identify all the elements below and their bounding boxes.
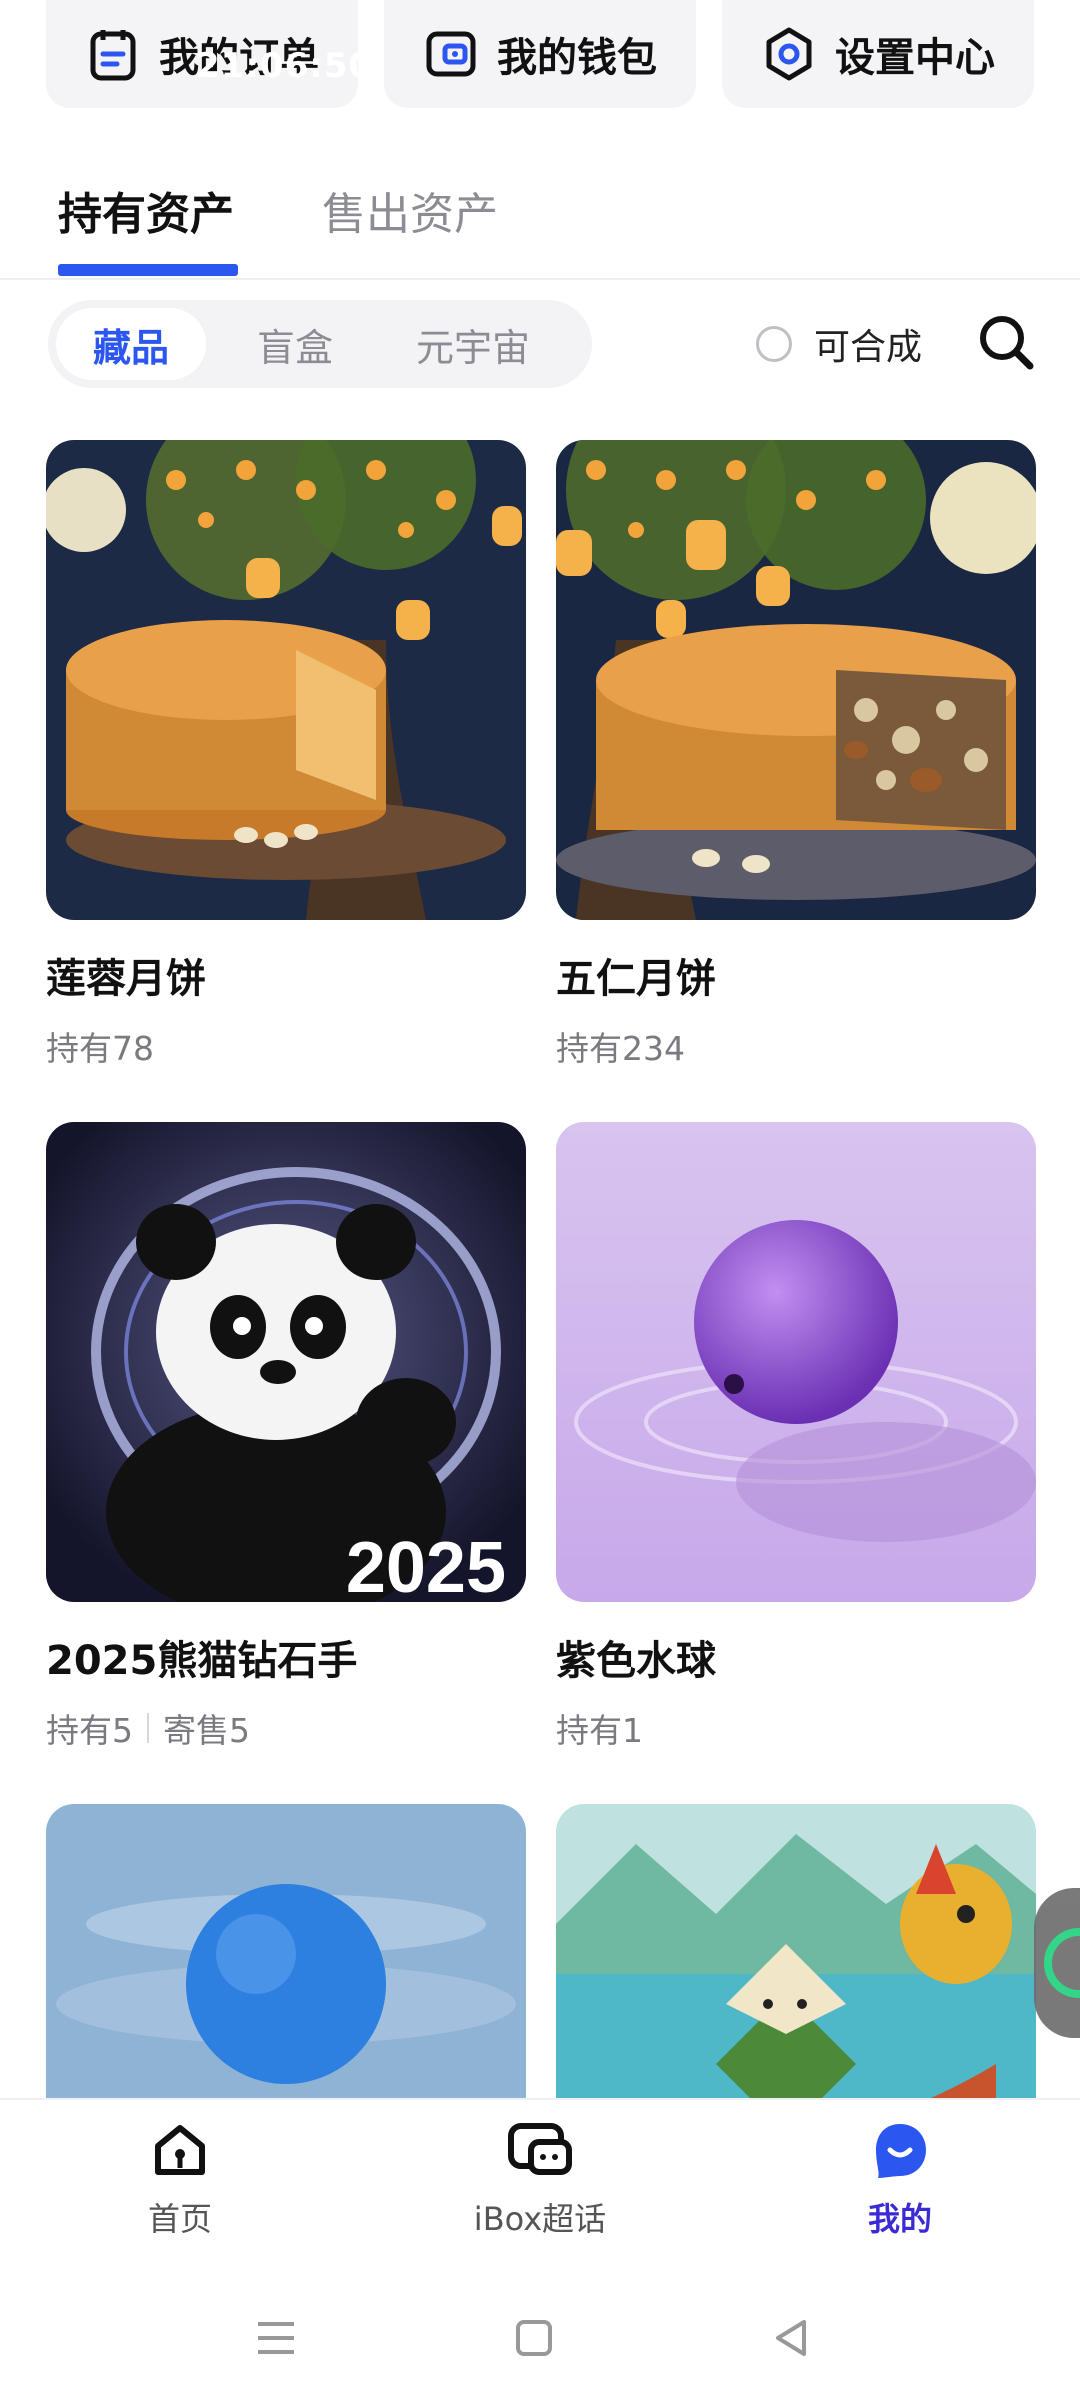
my-orders-button[interactable]: 我的订单 21:06:50 [46, 0, 372, 108]
bottom-navigation: 首页 iBox超话 我的 [0, 2098, 1080, 2270]
settings-icon [761, 26, 817, 82]
collectible-meta: 持有1 [556, 1704, 1036, 1752]
holding-count: 持有78 [46, 1029, 154, 1068]
panda-2025-image: 2025 [46, 1122, 526, 1602]
nav-home-label: 首页 [147, 2200, 212, 2238]
nav-ibox-topics[interactable]: iBox超话 [420, 2120, 660, 2240]
back-icon[interactable] [762, 2308, 822, 2368]
profile-icon [870, 2120, 930, 2184]
settings-center-label: 设置中心 [835, 35, 995, 81]
collectible-meta: 持有78 [46, 1022, 526, 1070]
collectible-title: 莲蓉月饼 [46, 956, 206, 1002]
lotus-mooncake-image [46, 440, 526, 920]
purple-water-ball-image [556, 1122, 1036, 1602]
wallet-icon [423, 26, 479, 82]
collectible-card[interactable]: 紫色水球 持有1 [556, 1122, 1036, 1752]
synthesizable-toggle[interactable]: 可合成 [756, 318, 922, 370]
nav-mine-label: 我的 [867, 2200, 932, 2238]
holding-count: 持有234 [556, 1029, 685, 1068]
collectible-title: 五仁月饼 [556, 956, 716, 1002]
collectible-card[interactable]: 莲蓉月饼 持有78 [46, 440, 526, 1070]
my-wallet-label: 我的钱包 [497, 35, 657, 81]
nav-mine[interactable]: 我的 [780, 2120, 1020, 2240]
holding-count: 持有1 [556, 1711, 643, 1750]
home-square-icon[interactable] [504, 2308, 564, 2368]
floating-assistant-bubble[interactable] [1034, 1888, 1080, 2038]
nav-ibox-label: iBox超话 [473, 2200, 607, 2238]
panda-image-text: 2025 [346, 1528, 506, 1602]
collectible-card[interactable]: 五仁月饼 持有234 [556, 440, 1036, 1070]
collectible-title: 2025熊猫钻石手 [46, 1638, 358, 1684]
synthesizable-radio[interactable] [756, 326, 792, 362]
nav-home[interactable]: 首页 [60, 2120, 300, 2240]
system-navigation-bar [0, 2268, 1080, 2400]
category-segment: 藏品 盲盒 元宇宙 [48, 300, 592, 388]
settings-center-button[interactable]: 设置中心 [722, 0, 1034, 108]
five-nut-mooncake-image [556, 440, 1036, 920]
collectible-title: 紫色水球 [556, 1638, 716, 1684]
quick-links: 我的订单 21:06:50 我的钱包 设置中心 [46, 0, 1034, 108]
consignment-count: 寄售5 [163, 1711, 250, 1750]
home-icon [150, 2120, 210, 2184]
holding-count: 持有5 [46, 1711, 133, 1750]
collectible-meta: 持有5 寄售5 [46, 1704, 526, 1752]
collectible-card[interactable]: 2025 2025熊猫钻石手 持有5 寄售5 [46, 1122, 526, 1752]
tab-underline [58, 264, 238, 276]
segment-metaverse[interactable]: 元宇宙 [378, 308, 568, 380]
assistant-ring-icon [1044, 1928, 1080, 1998]
overlay-time: 21:06:50 [196, 46, 374, 86]
my-wallet-button[interactable]: 我的钱包 [384, 0, 696, 108]
collectible-meta: 持有234 [556, 1022, 1036, 1070]
asset-tabs: 持有资产 售出资产 [0, 160, 1080, 280]
chat-icon [505, 2120, 575, 2184]
segment-collectibles[interactable]: 藏品 [56, 308, 206, 380]
tab-held-assets[interactable]: 持有资产 [58, 178, 234, 242]
segment-blind-box[interactable]: 盲盒 [220, 308, 370, 380]
order-list-icon [85, 26, 141, 82]
tab-sold-assets[interactable]: 售出资产 [322, 178, 498, 242]
menu-icon[interactable] [246, 2308, 306, 2368]
meta-divider [147, 1713, 149, 1743]
synthesizable-label: 可合成 [814, 327, 923, 368]
search-icon[interactable] [976, 312, 1036, 372]
